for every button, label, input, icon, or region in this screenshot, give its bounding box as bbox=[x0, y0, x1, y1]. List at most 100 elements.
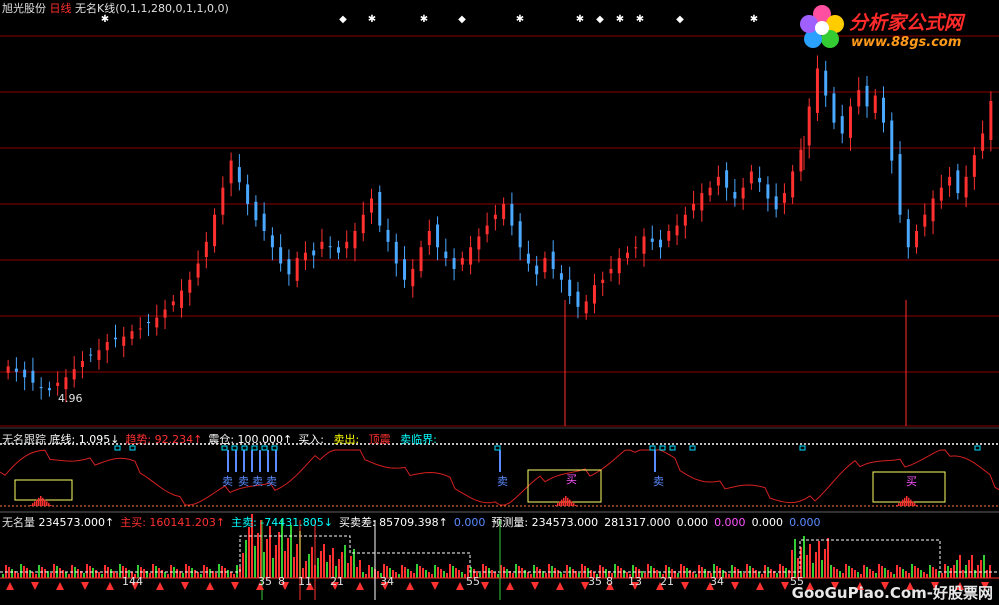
fib-tick-label: 34 bbox=[380, 575, 394, 588]
volume-bar bbox=[761, 574, 763, 578]
volume-bar bbox=[494, 572, 496, 578]
indicator-value: 0.000 bbox=[751, 516, 784, 529]
candle-body bbox=[213, 214, 217, 247]
signal-triangle bbox=[456, 582, 464, 590]
indicator-value: 0.000 bbox=[676, 516, 709, 529]
volume-bar bbox=[161, 570, 163, 578]
candle-body bbox=[733, 192, 737, 199]
volume-bar bbox=[905, 571, 907, 578]
candle-body bbox=[576, 291, 580, 307]
candle-body bbox=[6, 366, 10, 373]
volume-bar bbox=[62, 570, 64, 578]
volume-bar bbox=[203, 565, 205, 578]
volume-bar bbox=[368, 565, 370, 578]
panel-name[interactable]: 无名量 bbox=[2, 516, 39, 529]
candle-body bbox=[361, 214, 365, 234]
candlestick-series bbox=[6, 55, 993, 426]
candle-body bbox=[774, 196, 778, 210]
candle-body bbox=[204, 241, 208, 257]
volume-bar bbox=[326, 562, 328, 578]
signal-triangle bbox=[156, 582, 164, 590]
volume-bar bbox=[68, 574, 70, 578]
volume-bar bbox=[362, 572, 364, 578]
candle-body bbox=[890, 120, 894, 161]
volume-bar bbox=[812, 563, 814, 578]
volume-bar bbox=[809, 544, 811, 578]
volume-bar bbox=[317, 558, 319, 578]
volume-bar bbox=[839, 571, 841, 578]
volume-bar bbox=[287, 538, 289, 578]
volume-bar bbox=[881, 566, 883, 578]
candle-body bbox=[80, 361, 84, 367]
panel-name[interactable]: 无名跟踪 bbox=[2, 433, 50, 446]
volume-bar bbox=[488, 568, 490, 578]
indicator-value: 买入: bbox=[298, 433, 328, 446]
candle-body bbox=[981, 133, 985, 151]
trend-panel-labels: 无名跟踪 底线: 1.095↓ 趋势: 92.234↑ 震仓: 100.000↑ 买入… bbox=[2, 431, 443, 447]
state-box bbox=[494, 445, 501, 451]
candle-body bbox=[262, 213, 266, 231]
candle-body bbox=[353, 231, 357, 249]
fib-tick-label: 11 bbox=[298, 575, 312, 588]
volume-bar bbox=[230, 572, 232, 578]
candle-body bbox=[188, 279, 192, 293]
volume-bar bbox=[395, 572, 397, 578]
volume-bar bbox=[695, 574, 697, 578]
volume-bar bbox=[911, 564, 913, 578]
candle-body bbox=[535, 265, 539, 275]
volume-bar bbox=[482, 564, 484, 578]
volume-bar bbox=[941, 573, 943, 578]
volume-bar bbox=[779, 564, 781, 578]
peak-bar bbox=[914, 503, 916, 506]
fib-tick-label: 144 bbox=[122, 575, 143, 588]
volume-bar bbox=[623, 570, 625, 578]
marker-star: ✱ bbox=[516, 14, 524, 25]
candle-body bbox=[279, 247, 283, 264]
price-grid bbox=[0, 35, 999, 427]
volume-bar bbox=[209, 569, 211, 578]
volume-bar bbox=[824, 549, 826, 578]
peak-bar bbox=[561, 499, 563, 506]
volume-bar bbox=[728, 574, 730, 578]
volume-bar bbox=[95, 570, 97, 578]
volume-bar bbox=[947, 566, 949, 578]
candle-body bbox=[89, 354, 93, 356]
fib-tick-label: 13 bbox=[628, 575, 642, 588]
stock-name[interactable]: 旭光股份 bbox=[2, 2, 46, 15]
indicator-value: 234573.000↑ bbox=[38, 516, 115, 529]
volume-bar bbox=[32, 572, 34, 578]
volume-bar bbox=[899, 567, 901, 578]
volume-bar bbox=[275, 545, 277, 578]
volume-bar bbox=[20, 564, 22, 578]
candle-body bbox=[345, 241, 349, 249]
period-label[interactable]: 日线 bbox=[50, 2, 72, 15]
candle-body bbox=[708, 187, 712, 196]
logo-url[interactable]: www.88gs.com bbox=[851, 35, 961, 50]
volume-bar bbox=[776, 573, 778, 578]
volume-bar bbox=[737, 569, 739, 578]
volume-bar bbox=[98, 572, 100, 578]
candle-body bbox=[923, 214, 927, 227]
volume-bar bbox=[551, 566, 553, 578]
candle-body bbox=[411, 268, 415, 287]
volume-bar bbox=[188, 566, 190, 578]
logo-text: 分析家公式网 bbox=[849, 12, 964, 34]
volume-bar bbox=[974, 570, 976, 578]
volume-bar bbox=[818, 541, 820, 578]
candle-body bbox=[444, 251, 448, 259]
candle-body bbox=[799, 149, 803, 172]
volume-bar bbox=[38, 565, 40, 578]
indicator-value: 顶震 bbox=[368, 433, 395, 446]
candle-body bbox=[155, 317, 159, 328]
volume-bar bbox=[257, 533, 259, 578]
signal-triangle bbox=[56, 582, 64, 590]
peak-bar bbox=[555, 505, 557, 506]
volume-bar bbox=[815, 552, 817, 578]
watermark: GooGuPiao.Com-好股票网 bbox=[791, 584, 993, 602]
state-box bbox=[649, 445, 656, 451]
peak-bar bbox=[575, 505, 577, 506]
volume-bar bbox=[86, 564, 88, 578]
candle-body bbox=[741, 187, 745, 199]
volume-bar bbox=[566, 565, 568, 578]
candle-body bbox=[543, 258, 547, 273]
